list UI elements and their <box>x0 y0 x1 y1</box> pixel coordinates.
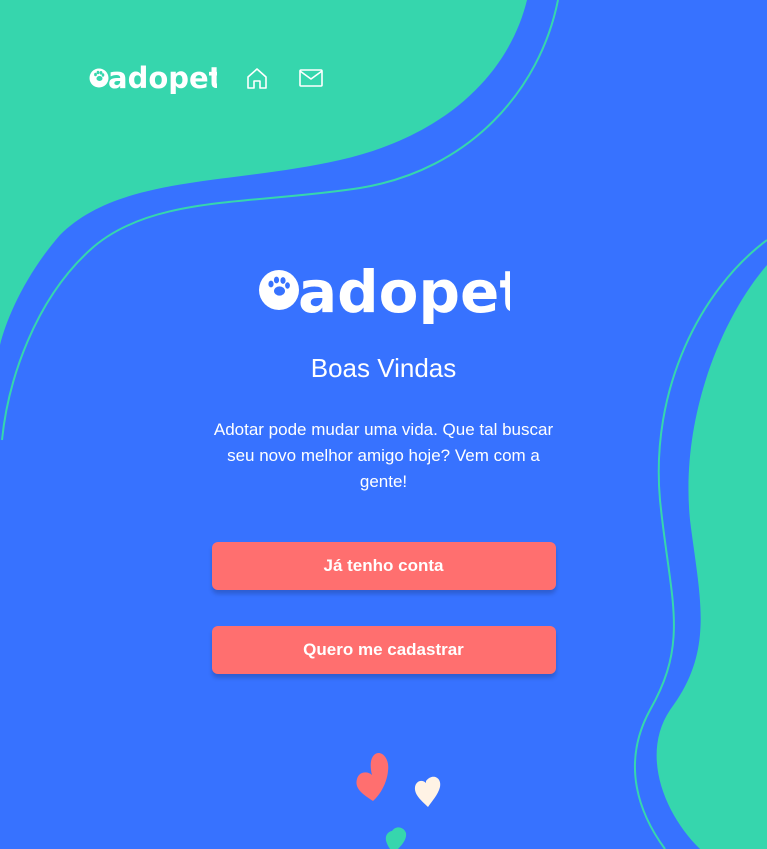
main-logo-text: adopet <box>298 260 510 326</box>
hearts-decoration <box>356 752 441 849</box>
mail-icon[interactable] <box>297 64 325 92</box>
page-title: Boas Vindas <box>310 353 457 383</box>
main-logo-image: adopet <box>258 260 510 326</box>
top-bar: adopet <box>89 58 325 98</box>
heart-icon <box>356 752 389 801</box>
home-icon[interactable] <box>243 64 271 92</box>
login-button[interactable]: Já tenho conta <box>211 542 556 590</box>
header-logo-image: adopet <box>89 61 217 95</box>
header-logo-text: adopet <box>108 61 217 95</box>
welcome-description: Adotar pode mudar uma vida. Que tal busc… <box>213 420 554 491</box>
heart-icon <box>385 827 407 849</box>
heart-icon <box>414 776 441 807</box>
main-logo: adopet <box>258 260 510 326</box>
header-logo[interactable]: adopet <box>89 58 217 98</box>
welcome-section: adopet Boas Vindas Adotar pode mudar uma… <box>0 260 767 674</box>
signup-button[interactable]: Quero me cadastrar <box>211 626 556 674</box>
